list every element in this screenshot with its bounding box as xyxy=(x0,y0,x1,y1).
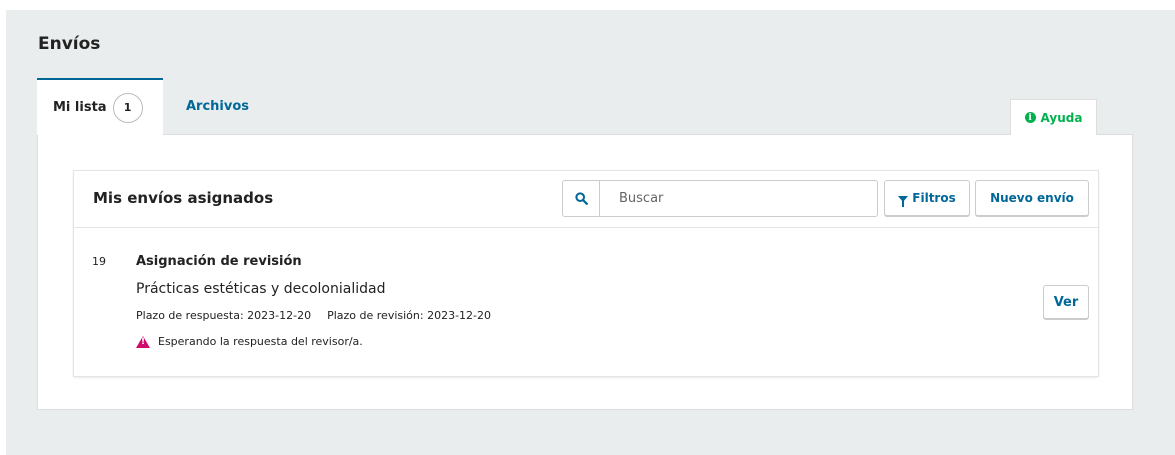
page-title: Envíos xyxy=(38,34,101,54)
status-text: Esperando la respuesta del revisor/a. xyxy=(158,335,363,348)
tab-content: Mis envíos asignados Filtros Nuevo envío xyxy=(37,134,1133,410)
page-background: Envíos Mi lista 1 Archivos i Ayuda Mis e… xyxy=(6,10,1175,455)
submission-id: 19 xyxy=(92,255,106,268)
new-submission-button[interactable]: Nuevo envío xyxy=(975,180,1089,216)
panel-title: Mis envíos asignados xyxy=(93,189,274,207)
search-button[interactable] xyxy=(563,181,600,216)
info-circle-icon: i xyxy=(1024,112,1036,123)
submission-title: Prácticas estéticas y decolonialidad xyxy=(136,281,386,297)
list-item: 19 Asignación de revisión Prácticas esté… xyxy=(74,229,1098,376)
help-label: Ayuda xyxy=(1040,110,1083,125)
assignment-type: Asignación de revisión xyxy=(136,254,302,269)
tab-archives[interactable]: Archivos xyxy=(186,78,249,135)
tab-count-badge: 1 xyxy=(112,92,143,123)
submissions-panel: Mis envíos asignados Filtros Nuevo envío xyxy=(74,171,1098,376)
panel-header: Mis envíos asignados Filtros Nuevo envío xyxy=(74,171,1098,228)
search-icon xyxy=(574,192,588,205)
search-box xyxy=(562,180,878,217)
view-button[interactable]: Ver xyxy=(1043,285,1089,319)
help-button[interactable]: i Ayuda xyxy=(1010,99,1097,135)
due-dates: Plazo de respuesta: 2023-12-20 Plazo de r… xyxy=(136,309,491,322)
tab-my-list[interactable]: Mi lista 1 xyxy=(37,78,163,135)
review-due-date: Plazo de revisión: 2023-12-20 xyxy=(327,309,492,322)
filters-label: Filtros xyxy=(912,191,956,205)
tab-bar: Mi lista 1 Archivos xyxy=(37,78,1133,135)
tab-my-list-label: Mi lista xyxy=(53,100,107,115)
warning-icon xyxy=(136,335,150,348)
filter-icon xyxy=(898,196,909,207)
filters-button[interactable]: Filtros xyxy=(884,180,970,216)
response-due-date: Plazo de respuesta: 2023-12-20 xyxy=(136,309,312,322)
search-input[interactable] xyxy=(600,182,877,215)
status-notice: Esperando la respuesta del revisor/a. xyxy=(136,335,363,348)
